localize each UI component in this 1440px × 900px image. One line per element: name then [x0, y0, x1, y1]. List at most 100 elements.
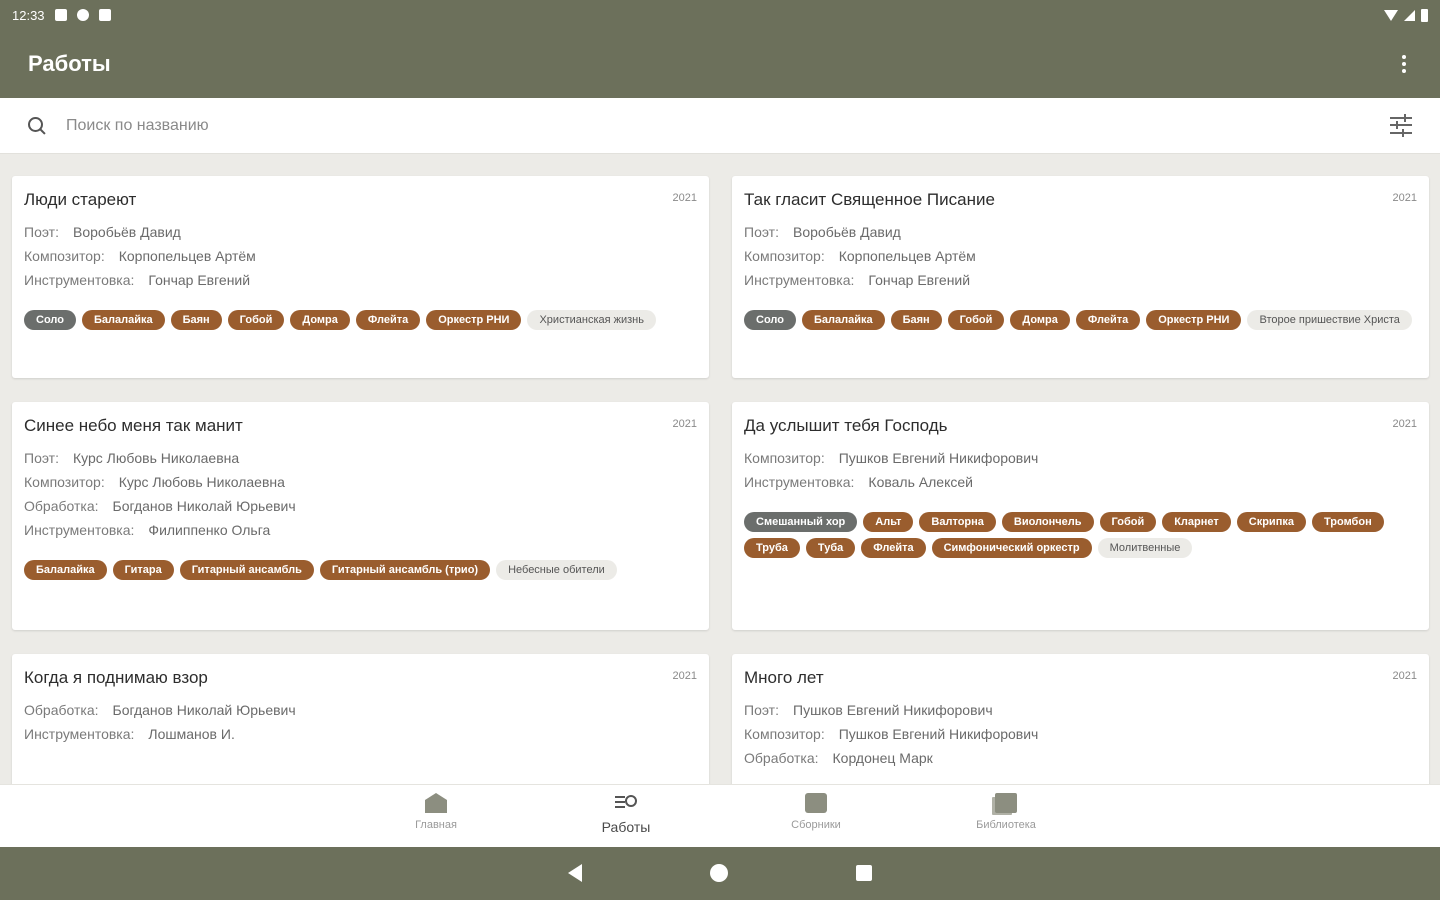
back-icon[interactable]: [568, 864, 582, 882]
credit-row: Обработка: Кордонец Марк: [744, 750, 1417, 766]
instrument-tag[interactable]: Гитарный ансамбль: [179, 560, 314, 580]
instrument-tag[interactable]: Балалайка: [801, 310, 885, 330]
credit-row: Инструментовка: Гончар Евгений: [744, 272, 1417, 288]
battery-icon: [1421, 8, 1428, 22]
instrument-tag[interactable]: Труба: [744, 538, 800, 558]
home-book-icon: [425, 793, 447, 813]
credit-role: Композитор:: [744, 726, 825, 742]
instrument-tag[interactable]: Соло: [24, 310, 76, 330]
nav-tab-label: Главная: [415, 819, 457, 831]
signal-icon: [1404, 9, 1415, 21]
search-bar: [0, 98, 1440, 154]
credit-row: Поэт: Курс Любовь Николаевна: [24, 450, 697, 466]
category-tag[interactable]: Второе пришествие Христа: [1247, 310, 1412, 330]
instrument-tag[interactable]: Домра: [1010, 310, 1070, 330]
category-tag[interactable]: Молитвенные: [1097, 538, 1193, 558]
credit-role: Обработка:: [24, 702, 99, 718]
credit-role: Инструментовка:: [24, 272, 135, 288]
credit-role: Поэт:: [24, 450, 59, 466]
page-title: Работы: [28, 51, 111, 76]
credit-row: Инструментовка: Лошманов И.: [24, 726, 697, 742]
instrument-tag[interactable]: Смешанный хор: [744, 512, 858, 532]
instrument-tag[interactable]: Балалайка: [24, 560, 107, 580]
instrument-tag[interactable]: Флейта: [355, 310, 421, 330]
instrument-tag[interactable]: Оркестр РНИ: [1146, 310, 1242, 330]
status-bar: 12:33: [0, 0, 1440, 30]
credit-row: Композитор: Пушков Евгений Никифорович: [744, 726, 1417, 742]
instrument-tag[interactable]: Тромбон: [1311, 512, 1384, 532]
credit-name: Коваль Алексей: [868, 474, 973, 490]
credit-role: Инструментовка:: [744, 474, 855, 490]
instrument-tag[interactable]: Гобой: [1099, 512, 1157, 532]
work-card[interactable]: 2021 Да услышит тебя Господь Композитор: Пу…: [732, 402, 1429, 630]
recent-apps-icon[interactable]: [856, 865, 872, 881]
credit-name: Корпопельцев Артём: [118, 248, 256, 264]
credit-name: Лошманов И.: [148, 726, 235, 742]
nav-tab[interactable]: Главная: [376, 793, 496, 831]
tag-list: Соло Балалайка Баян Гобой Домра Флейта Оркестр…: [744, 310, 1417, 330]
work-card[interactable]: 2021 Люди стареют Поэт: Воробьёв Давид Компо…: [12, 176, 709, 378]
instrument-tag[interactable]: Гитара: [112, 560, 174, 580]
nav-tab[interactable]: Библиотека: [946, 793, 1066, 831]
credit-name: Пушков Евгений Никифорович: [838, 726, 1039, 742]
home-icon[interactable]: [710, 864, 728, 882]
instrument-tag[interactable]: Баян: [170, 310, 222, 330]
works-list[interactable]: 2021 Люди стареют Поэт: Воробьёв Давид Компо…: [0, 154, 1440, 784]
credit-row: Композитор: Курс Любовь Николаевна: [24, 474, 697, 490]
search-input[interactable]: [66, 116, 1390, 135]
credit-name: Пушков Евгений Никифорович: [838, 450, 1039, 466]
category-tag[interactable]: Христианская жизнь: [527, 310, 656, 330]
instrument-tag[interactable]: Гитарный ансамбль (трио): [319, 560, 491, 580]
instrument-tag[interactable]: Скрипка: [1236, 512, 1306, 532]
work-title: Люди стареют: [24, 190, 137, 209]
overflow-menu-icon[interactable]: [1396, 49, 1412, 79]
credit-row: Инструментовка: Филиппенко Ольга: [24, 522, 697, 538]
instrument-tag[interactable]: Туба: [805, 538, 856, 558]
credit-name: Богданов Николай Юрьевич: [112, 498, 296, 514]
credit-role: Композитор:: [24, 248, 105, 264]
work-card[interactable]: 2021 Синее небо меня так манит Поэт: Курс Л…: [12, 402, 709, 630]
credit-role: Поэт:: [24, 224, 59, 240]
category-tag[interactable]: Небесные обители: [496, 560, 617, 580]
filter-settings-icon[interactable]: [1390, 114, 1414, 137]
nav-tab-label: Работы: [601, 819, 651, 835]
credit-row: Композитор: Корпопельцев Артём: [744, 248, 1417, 264]
credit-name: Воробьёв Давид: [73, 224, 181, 240]
instrument-tag[interactable]: Баян: [890, 310, 942, 330]
credit-role: Инструментовка:: [24, 522, 135, 538]
instrument-tag[interactable]: Оркестр РНИ: [426, 310, 522, 330]
collections-icon: [805, 793, 827, 813]
instrument-tag[interactable]: Валторна: [919, 512, 996, 532]
credit-name: Гончар Евгений: [148, 272, 251, 288]
instrument-tag[interactable]: Домра: [290, 310, 350, 330]
work-year: 2021: [1392, 670, 1417, 682]
instrument-tag[interactable]: Альт: [863, 512, 914, 532]
library-icon: [995, 793, 1017, 813]
credit-row: Обработка: Богданов Николай Юрьевич: [24, 498, 697, 514]
credit-role: Композитор:: [744, 450, 825, 466]
work-card[interactable]: 2021 Много лет Поэт: Пушков Евгений Никифор…: [732, 654, 1429, 784]
status-time: 12:33: [12, 7, 45, 23]
instrument-tag[interactable]: Флейта: [1075, 310, 1141, 330]
work-year: 2021: [672, 670, 697, 682]
nav-tab[interactable]: Работы: [566, 793, 686, 835]
instrument-tag[interactable]: Симфонический оркестр: [931, 538, 1092, 558]
credit-row: Композитор: Пушков Евгений Никифорович: [744, 450, 1417, 466]
credit-role: Инструментовка:: [24, 726, 135, 742]
instrument-tag[interactable]: Флейта: [861, 538, 926, 558]
instrument-tag[interactable]: Балалайка: [81, 310, 165, 330]
instrument-tag[interactable]: Кларнет: [1162, 512, 1231, 532]
instrument-tag[interactable]: Соло: [744, 310, 796, 330]
credit-name: Корпопельцев Артём: [838, 248, 976, 264]
credit-role: Обработка:: [744, 750, 819, 766]
nav-tab[interactable]: Сборники: [756, 793, 876, 831]
instrument-tag[interactable]: Гобой: [947, 310, 1005, 330]
credit-role: Композитор:: [744, 248, 825, 264]
tag-list: Соло Балалайка Баян Гобой Домра Флейта Оркестр…: [24, 310, 697, 330]
instrument-tag[interactable]: Гобой: [227, 310, 285, 330]
credit-row: Поэт: Воробьёв Давид: [24, 224, 697, 240]
work-card[interactable]: 2021 Так гласит Священное Писание Поэт: Вор…: [732, 176, 1429, 378]
work-title: Много лет: [744, 668, 824, 687]
work-card[interactable]: 2021 Когда я поднимаю взор Обработка: Богда…: [12, 654, 709, 784]
instrument-tag[interactable]: Виолончель: [1001, 512, 1094, 532]
